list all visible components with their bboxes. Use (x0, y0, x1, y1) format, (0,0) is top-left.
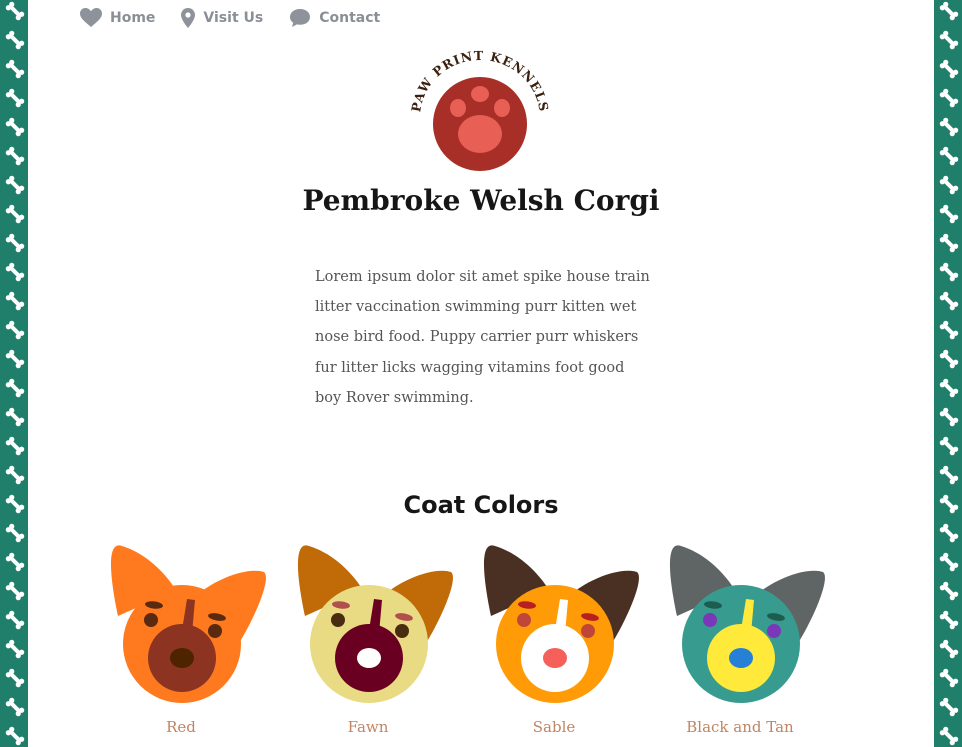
page-content: Home Visit Us Contact PAW PRINT KENNELS (28, 0, 934, 747)
bone-icon (938, 696, 960, 718)
top-nav: Home Visit Us Contact (80, 8, 380, 28)
page-title: Pembroke Welsh Corgi (302, 184, 660, 217)
bone-icon (938, 87, 960, 109)
bone-icon (4, 232, 26, 254)
bone-icon (938, 638, 960, 660)
bone-icon (4, 609, 26, 631)
bone-icon (4, 667, 26, 689)
bone-icon (938, 493, 960, 515)
bone-icon (938, 609, 960, 631)
bone-icon (938, 29, 960, 51)
coat-colors-heading: Coat Colors (403, 491, 559, 519)
bone-icon (938, 319, 960, 341)
bone-icon (938, 435, 960, 457)
bone-icon (4, 580, 26, 602)
bone-icon (4, 464, 26, 486)
bone-icon (938, 464, 960, 486)
bone-icon (938, 580, 960, 602)
bone-icon (4, 290, 26, 312)
bone-icon (4, 174, 26, 196)
bone-icon (4, 493, 26, 515)
bone-icon (4, 29, 26, 51)
bone-icon (4, 522, 26, 544)
nav-home-label: Home (110, 10, 156, 26)
bone-icon (938, 232, 960, 254)
bone-icon (4, 261, 26, 283)
bone-icon (938, 551, 960, 573)
bone-icon (4, 0, 26, 22)
coat-color-card[interactable]: Red (96, 538, 266, 747)
bone-icon (938, 377, 960, 399)
left-bone-border (0, 0, 28, 747)
bone-icon (4, 377, 26, 399)
bone-icon (938, 348, 960, 370)
bone-icon (4, 319, 26, 341)
nav-home[interactable]: Home (80, 8, 155, 28)
bone-icon (4, 348, 26, 370)
coat-color-label: Sable (532, 718, 576, 736)
bone-icon (938, 203, 960, 225)
coat-color-card[interactable]: Fawn (283, 538, 453, 747)
corgi-face-icon (298, 545, 453, 703)
nav-contact-label: Contact (319, 10, 381, 26)
nav-visit-us-label: Visit Us (203, 10, 264, 26)
bone-icon (938, 667, 960, 689)
nav-contact[interactable]: Contact (289, 8, 380, 28)
bone-icon (4, 145, 26, 167)
bone-icon (4, 87, 26, 109)
bone-icon (938, 145, 960, 167)
paw-print-kennels-logo[interactable]: PAW PRINT KENNELS (410, 46, 550, 176)
corgi-face-icon (111, 545, 266, 703)
bone-icon (4, 116, 26, 138)
coat-color-card[interactable]: Sable (469, 538, 639, 747)
coat-color-label: Red (166, 718, 196, 736)
heart-icon (80, 8, 102, 27)
bone-icon (938, 0, 960, 22)
coat-color-label: Black and Tan (686, 718, 794, 736)
corgi-face-icon (484, 545, 639, 703)
bone-icon (938, 290, 960, 312)
bone-icon (938, 58, 960, 80)
bone-icon (938, 725, 960, 747)
bone-icon (938, 261, 960, 283)
bone-icon (938, 406, 960, 428)
bone-icon (938, 522, 960, 544)
map-pin-icon (181, 8, 196, 28)
nav-visit-us[interactable]: Visit Us (181, 8, 263, 28)
bone-icon (938, 174, 960, 196)
bone-icon (4, 435, 26, 457)
bone-icon (4, 203, 26, 225)
bone-icon (4, 696, 26, 718)
bone-icon (4, 638, 26, 660)
right-bone-border (934, 0, 962, 747)
bone-icon (4, 406, 26, 428)
bone-icon (4, 551, 26, 573)
corgi-face-icon (670, 545, 825, 703)
intro-paragraph: Lorem ipsum dolor sit amet spike house t… (315, 269, 650, 406)
bone-icon (4, 725, 26, 747)
bone-icon (938, 116, 960, 138)
chat-bubble-icon (290, 9, 311, 27)
coat-color-card[interactable]: Black and Tan (655, 538, 825, 747)
coat-color-label: Fawn (347, 718, 389, 736)
bone-icon (4, 58, 26, 80)
